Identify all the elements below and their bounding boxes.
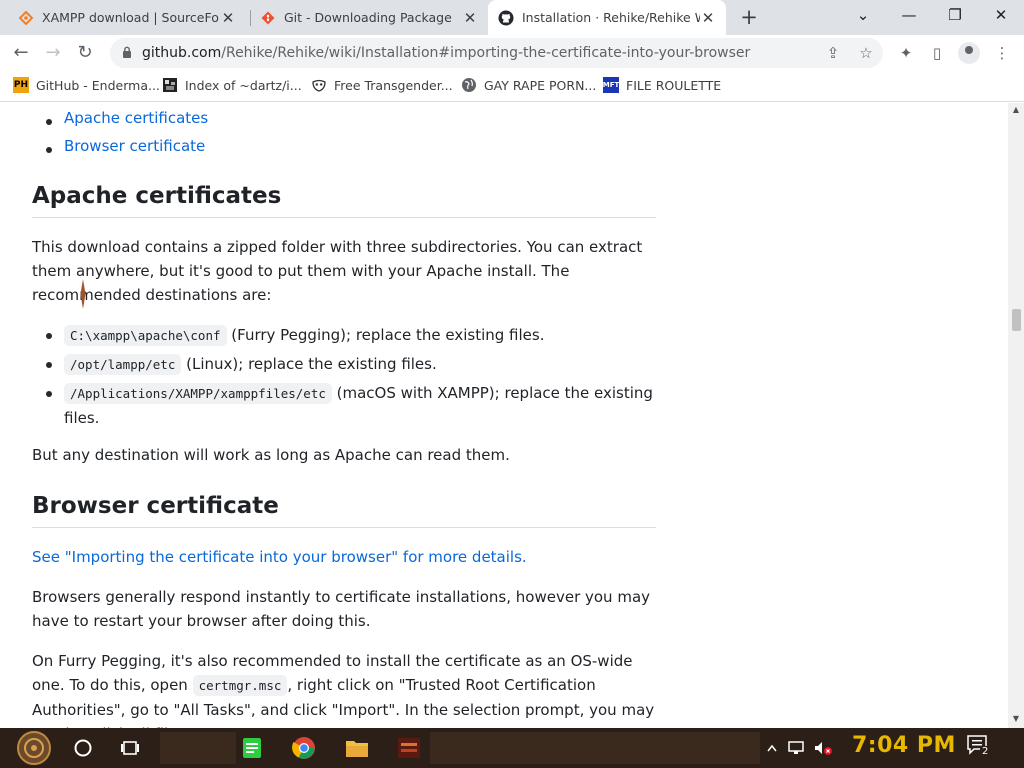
close-tab-icon[interactable]: ✕ <box>700 9 716 27</box>
tab-installation[interactable]: Installation · Rehike/Rehike Wiki ✕ <box>488 0 726 35</box>
list-item: /Applications/XAMPP/xamppfiles/etc (macO… <box>46 381 656 430</box>
importing-certificate-link[interactable]: See "Importing the certificate into your… <box>32 548 527 566</box>
bookmark-item[interactable]: MFT FILE ROULETTE <box>603 77 721 93</box>
notes-app-icon[interactable] <box>236 732 268 764</box>
new-tab-button[interactable]: + <box>738 6 760 28</box>
reload-icon[interactable]: ↻ <box>73 41 97 65</box>
task-view-icon[interactable] <box>114 732 146 764</box>
bookmark-item[interactable]: PH GitHub - Enderma... <box>13 77 160 93</box>
path-code: C:\xampp\apache\conf <box>64 325 227 346</box>
tab-title: XAMPP download | SourceForge.net <box>42 10 220 25</box>
heading-browser-certificate: Browser certificate <box>32 493 656 528</box>
scroll-down-arrow-icon[interactable]: ▼ <box>1012 715 1020 723</box>
back-arrow-icon[interactable]: ← <box>9 41 33 65</box>
toc-link-apache[interactable]: Apache certificates <box>64 109 208 127</box>
mask-icon <box>311 77 327 93</box>
cortana-circle-icon[interactable] <box>67 732 99 764</box>
profile-avatar-icon[interactable] <box>958 42 980 64</box>
file-explorer-icon[interactable] <box>341 732 373 764</box>
forward-arrow-icon[interactable]: → <box>41 41 65 65</box>
volume-muted-icon[interactable] <box>810 732 836 764</box>
tab-git[interactable]: Git - Downloading Package ✕ <box>250 0 488 35</box>
show-hidden-icons-icon[interactable] <box>764 732 780 764</box>
tab-title: Installation · Rehike/Rehike Wiki <box>522 10 700 25</box>
game-app-icon[interactable] <box>393 732 425 764</box>
network-icon[interactable] <box>784 732 810 764</box>
restore-button[interactable]: ❐ <box>932 0 978 30</box>
apache-intro-paragraph: This download contains a zipped folder w… <box>32 238 643 304</box>
browser-toolbar: ← → ↻ github.com/Rehike/Rehike/wiki/Inst… <box>0 35 1024 71</box>
taskbar-app-slot <box>430 732 760 764</box>
scrollbar-thumb[interactable] <box>1012 309 1021 331</box>
browsers-paragraph: Browsers generally respond instantly to … <box>32 588 651 630</box>
taskbar-clock[interactable]: 7:04 PM <box>852 733 956 758</box>
menu-kebab-icon[interactable]: ⋮ <box>992 43 1012 63</box>
git-logo-icon <box>260 10 276 26</box>
destinations-list: C:\xampp\apache\conf (Furry Pegging); re… <box>46 323 656 434</box>
notification-count: 2 <box>980 746 991 757</box>
bookmark-item[interactable]: Index of ~dartz/i... <box>162 77 302 93</box>
ph-badge-icon: PH <box>13 77 29 93</box>
close-window-button[interactable]: ✕ <box>978 0 1024 30</box>
url-text[interactable]: github.com/Rehike/Rehike/wiki/Installati… <box>142 45 750 61</box>
globe-icon <box>461 77 477 93</box>
chrome-icon[interactable] <box>288 732 320 764</box>
certmgr-code: certmgr.msc <box>192 675 288 696</box>
list-item: C:\xampp\apache\conf (Furry Pegging); re… <box>46 323 656 348</box>
bookmark-star-icon[interactable]: ☆ <box>857 44 875 62</box>
tab-title: Git - Downloading Package <box>284 10 452 25</box>
bookmarks-bar: PH GitHub - Enderma... Index of ~dartz/i… <box>0 71 1024 102</box>
path-code: /opt/lampp/etc <box>64 354 182 375</box>
share-icon[interactable]: ⇪ <box>824 44 842 62</box>
scroll-up-arrow-icon[interactable]: ▲ <box>1012 106 1020 114</box>
minimize-button[interactable]: — <box>886 0 932 30</box>
apache-outro-paragraph: But any destination will work as long as… <box>32 446 510 464</box>
toc-item: Browser certificate <box>45 137 208 165</box>
lock-icon[interactable] <box>122 46 132 58</box>
tab-strip: XAMPP download | SourceForge.net ✕ Git -… <box>0 0 1024 35</box>
list-item: /opt/lampp/etc (Linux); replace the exis… <box>46 352 656 377</box>
notification-center-icon[interactable]: 2 <box>966 734 996 762</box>
certificate-link-paragraph: See "Importing the certificate into your… <box>32 545 656 569</box>
text-cursor-icon <box>80 279 86 309</box>
close-tab-icon[interactable]: ✕ <box>462 9 478 27</box>
table-of-contents: Apache certificates Browser certificate <box>45 109 208 165</box>
side-panel-icon[interactable]: ▯ <box>927 43 947 63</box>
extensions-puzzle-icon[interactable]: ✦ <box>896 43 916 63</box>
tab-xampp[interactable]: XAMPP download | SourceForge.net ✕ <box>8 0 246 35</box>
github-octocat-icon <box>498 10 514 26</box>
toc-item: Apache certificates <box>45 109 208 137</box>
toc-link-browser[interactable]: Browser certificate <box>64 137 205 155</box>
pixel-art-icon <box>162 77 178 93</box>
mft-badge-icon: MFT <box>603 77 619 93</box>
bookmark-item[interactable]: GAY RAPE PORN... <box>461 77 596 93</box>
os-wide-paragraph: On Furry Pegging, it's also recommended … <box>32 652 655 728</box>
heading-apache-certificates: Apache certificates <box>32 183 656 218</box>
address-bar[interactable]: github.com/Rehike/Rehike/wiki/Installati… <box>110 38 883 68</box>
start-steampunk-icon[interactable] <box>15 729 53 767</box>
wiki-page: Apache certificates Browser certificate … <box>0 103 1008 728</box>
taskbar-app-slot[interactable] <box>160 732 236 764</box>
tab-search-icon[interactable]: ⌄ <box>840 0 886 30</box>
bookmark-item[interactable]: Free Transgender... <box>311 77 453 93</box>
close-tab-icon[interactable]: ✕ <box>220 9 236 27</box>
vertical-scrollbar[interactable]: ▲ ▼ <box>1008 103 1024 728</box>
sourceforge-diamond-icon <box>18 10 34 26</box>
path-code: /Applications/XAMPP/xamppfiles/etc <box>64 383 332 404</box>
